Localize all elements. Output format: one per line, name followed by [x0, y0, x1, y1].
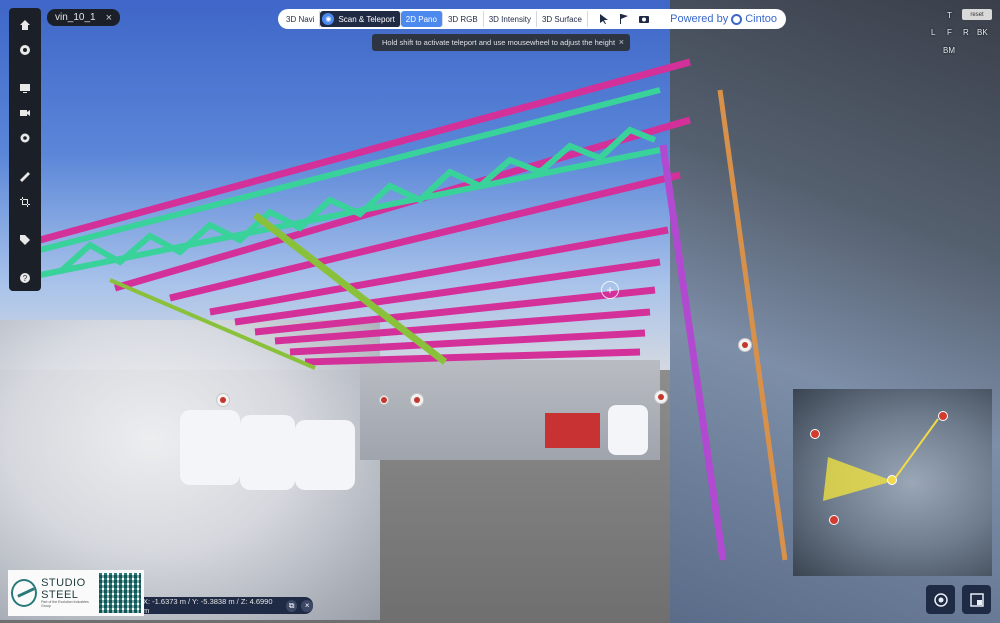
home-icon	[20, 19, 30, 30]
qr-code	[98, 573, 141, 613]
camera-icon	[639, 16, 650, 23]
flag-icon	[620, 14, 629, 24]
crop-button[interactable]	[11, 191, 39, 212]
minimap[interactable]	[793, 389, 992, 576]
minimap-scan-marker[interactable]	[829, 515, 839, 525]
view-front[interactable]: F	[947, 28, 952, 37]
reset-view-button[interactable]: reset	[962, 9, 992, 20]
coordinates-readout: X: -1.6373 m / Y: -5.3838 m / Z: 4.6990 …	[143, 596, 273, 615]
view-bottom[interactable]: BM	[943, 46, 955, 55]
mode-3d-rgb[interactable]: 3D RGB	[443, 11, 484, 27]
cintoo-logo-icon	[731, 13, 743, 25]
teleport-cursor: +	[601, 281, 619, 299]
snapshot-tool[interactable]	[634, 11, 654, 27]
camera-move-icon	[20, 110, 30, 117]
view-top[interactable]: T	[947, 11, 952, 20]
minimap-current-position	[887, 475, 897, 485]
minimap-toggle-button[interactable]	[962, 585, 991, 614]
eye-icon	[20, 44, 30, 55]
teleport-icon: ◉	[322, 13, 335, 25]
coordinates-bar: X: -1.6373 m / Y: -5.3838 m / Z: 4.6990 …	[134, 596, 313, 615]
tag-button[interactable]	[11, 230, 39, 251]
scan-marker[interactable]	[410, 393, 424, 407]
home-button[interactable]	[11, 14, 39, 35]
view-button[interactable]	[11, 39, 39, 60]
copy-icon[interactable]: ⧉	[285, 599, 298, 612]
scan-marker[interactable]	[379, 395, 389, 405]
ruler-icon	[20, 171, 30, 182]
powered-by: Powered by Cintoo	[670, 13, 777, 25]
mode-2d-pano[interactable]: 2D Pano	[400, 11, 443, 27]
mode-3d-intensity[interactable]: 3D Intensity	[484, 11, 537, 27]
flag-tool[interactable]	[614, 11, 634, 27]
left-toolbar: ?	[9, 8, 41, 291]
orbit-button[interactable]	[926, 585, 955, 614]
screen-button[interactable]	[11, 77, 39, 98]
hint-tooltip: Hold shift to activate teleport and use …	[372, 34, 630, 51]
column	[659, 144, 727, 561]
mode-bar: 3D Navi ◉ Scan & Teleport 2D Pano 3D RGB…	[278, 9, 786, 29]
settings-icon	[20, 133, 30, 143]
orbit-icon	[933, 592, 948, 607]
mode-3d-surface[interactable]: 3D Surface	[537, 11, 589, 27]
brand-name: Cintoo	[745, 13, 777, 25]
mode-3d-navi[interactable]: 3D Navi	[281, 11, 321, 27]
settings-button[interactable]	[11, 128, 39, 149]
tag-icon	[20, 235, 30, 246]
minimap-scan-marker[interactable]	[810, 429, 820, 439]
view-left[interactable]: L	[931, 28, 935, 37]
cursor-icon	[600, 14, 609, 24]
project-tag[interactable]: vin_10_1 ×	[47, 9, 121, 26]
select-tool[interactable]	[594, 11, 614, 27]
close-icon[interactable]: ×	[619, 37, 624, 47]
crop-icon	[20, 196, 30, 207]
minimap-scan-marker[interactable]	[938, 411, 948, 421]
scan-marker[interactable]	[654, 390, 668, 404]
camera-move-button[interactable]	[11, 103, 39, 124]
mode-scan-teleport[interactable]: ◉ Scan & Teleport	[320, 11, 401, 27]
measure-button[interactable]	[11, 166, 39, 187]
view-back[interactable]: BK	[977, 28, 988, 37]
project-name: vin_10_1	[55, 12, 96, 23]
help-icon: ?	[20, 273, 30, 284]
minimap-toggle-icon	[969, 592, 984, 607]
close-icon[interactable]: ×	[106, 12, 112, 24]
client-logo: STUDIO STEEL Part of the Evolution Indus…	[8, 570, 144, 616]
minimap-fov	[823, 457, 893, 501]
screen-icon	[20, 84, 30, 93]
svg-text:?: ?	[23, 274, 28, 283]
scan-marker[interactable]	[216, 393, 230, 407]
help-button[interactable]: ?	[11, 268, 39, 289]
scan-marker[interactable]	[738, 338, 752, 352]
view-right[interactable]: R	[963, 28, 969, 37]
studio-steel-logo-icon	[11, 579, 38, 607]
close-icon[interactable]: ×	[301, 599, 313, 612]
